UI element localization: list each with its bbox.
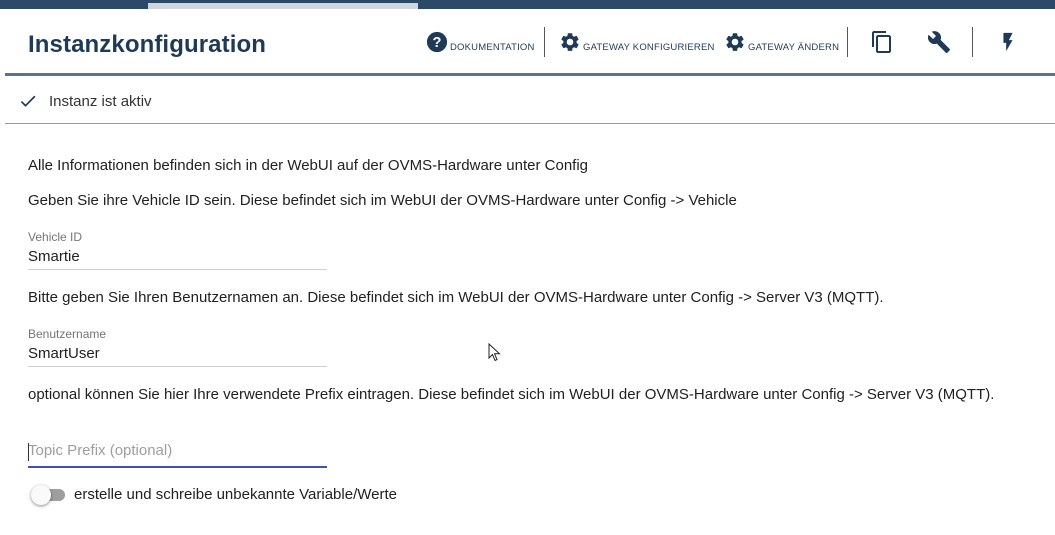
configure-gateway-label: GATEWAY KONFIGURIEREN — [583, 42, 715, 53]
config-panel: Instanzkonfiguration ? DOKUMENTATION GAT… — [5, 9, 1055, 535]
topic-prefix-input[interactable] — [28, 442, 327, 459]
status-text: Instanz ist aktiv — [49, 93, 152, 110]
restart-button[interactable] — [997, 29, 1019, 59]
info-text-general: Alle Informationen befinden sich in der … — [28, 157, 589, 174]
vehicle-id-label: Vehicle ID — [28, 230, 83, 244]
toggle-knob[interactable] — [31, 485, 51, 505]
header-bar: Instanzkonfiguration ? DOKUMENTATION GAT… — [5, 9, 1055, 76]
toolbar-divider — [544, 27, 545, 57]
unknown-variables-toggle[interactable] — [31, 485, 67, 505]
check-icon — [18, 91, 38, 116]
change-gateway-button[interactable]: GATEWAY ÄNDERN — [724, 29, 839, 59]
toolbar-divider — [972, 27, 973, 57]
lightning-icon — [997, 31, 1019, 58]
gear-icon — [724, 31, 746, 58]
info-text-vehicle-id: Geben Sie ihre Vehicle ID sein. Diese be… — [28, 192, 737, 209]
gear-icon — [559, 31, 581, 58]
topic-prefix-field[interactable] — [28, 442, 327, 468]
status-bar: Instanz ist aktiv — [5, 76, 1055, 124]
svg-text:?: ? — [433, 35, 442, 51]
documentation-button[interactable]: ? DOKUMENTATION — [426, 29, 535, 59]
documentation-label: DOKUMENTATION — [450, 42, 535, 53]
username-label: Benutzername — [28, 327, 107, 341]
info-text-username: Bitte geben Sie Ihren Benutzernamen an. … — [28, 289, 884, 306]
username-field[interactable]: Benutzername SmartUser — [28, 327, 327, 367]
unknown-variables-label: erstelle und schreibe unbekannte Variabl… — [74, 486, 397, 503]
text-caret — [28, 443, 29, 461]
vehicle-id-value[interactable]: Smartie — [28, 248, 327, 265]
page-title: Instanzkonfiguration — [28, 31, 266, 58]
wrench-icon — [927, 30, 951, 59]
vehicle-id-field[interactable]: Vehicle ID Smartie — [28, 230, 327, 270]
toolbar-divider — [847, 27, 848, 57]
copy-button[interactable] — [870, 29, 894, 59]
maintenance-button[interactable] — [927, 29, 951, 59]
copy-icon — [870, 30, 894, 59]
configure-gateway-button[interactable]: GATEWAY KONFIGURIEREN — [559, 29, 715, 59]
help-circle-icon: ? — [426, 31, 448, 58]
mouse-pointer-icon — [488, 342, 502, 368]
change-gateway-label: GATEWAY ÄNDERN — [748, 42, 840, 53]
toolbar: ? DOKUMENTATION GATEWAY KONFIGURIEREN GA… — [415, 9, 1055, 75]
info-text-prefix: optional können Sie hier Ihre verwendete… — [28, 386, 995, 403]
vehicle-id-underline — [28, 269, 327, 270]
username-value[interactable]: SmartUser — [28, 345, 327, 362]
username-underline — [28, 366, 327, 367]
top-tab-bar — [0, 0, 1055, 9]
